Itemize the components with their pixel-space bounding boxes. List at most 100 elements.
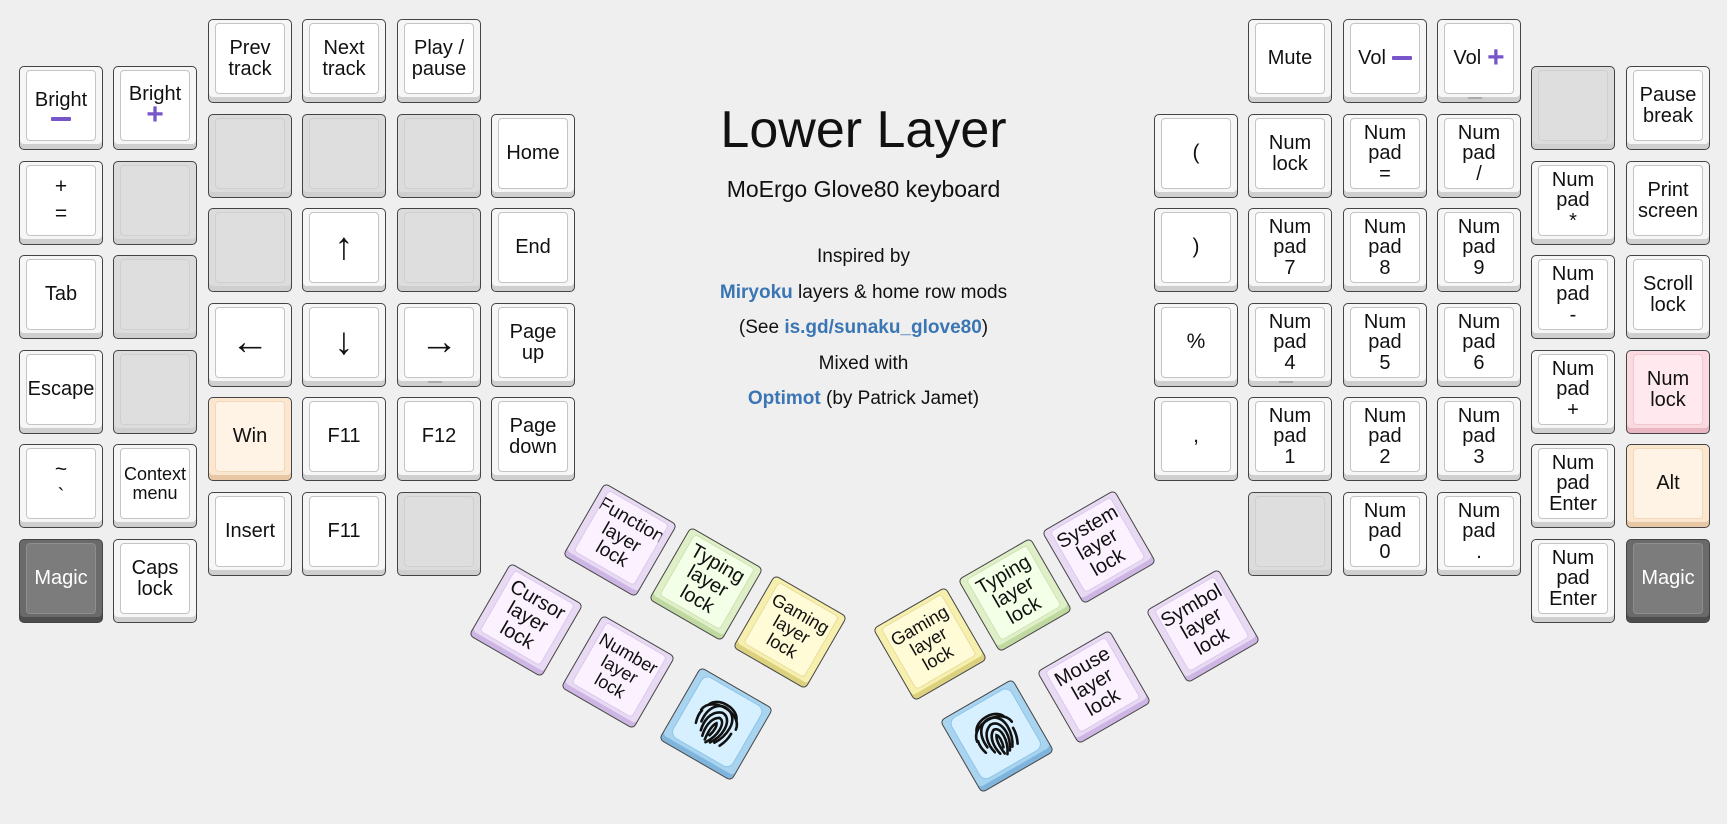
keycap-face: ( [1161,118,1231,189]
key-mute[interactable]: Mute [1248,19,1332,103]
key-print-screen[interactable]: Print screen [1626,161,1710,245]
key-numpad-4[interactable]: Num pad 4 [1248,303,1332,387]
key-blank[interactable] [1248,492,1332,576]
key-plus-equal[interactable]: + = [19,161,103,245]
key-prev-track[interactable]: Prev track [208,19,292,103]
key-numpad-equal[interactable]: Num pad = [1343,114,1427,198]
key-end[interactable]: End [491,208,575,292]
key-mouse-layer-lock[interactable]: Mouse layer lock [1036,629,1152,745]
fingerprint-icon [954,691,1038,777]
key-f11-bottom[interactable]: F11 [302,492,386,576]
key-blank[interactable] [113,161,197,245]
key-fingerprint-right[interactable] [939,678,1055,794]
keycap-face: System layer lock [1049,496,1146,594]
key-numpad-0[interactable]: Num pad 0 [1343,492,1427,576]
key-blank[interactable] [397,114,481,198]
key-numpad-1[interactable]: Num pad 1 [1248,397,1332,481]
key-bright-plus[interactable]: Bright + [113,66,197,150]
key-paren-close[interactable]: ) [1154,208,1238,292]
key-page-down[interactable]: Page down [491,397,575,481]
key-number-layer-lock[interactable]: Number layer lock [560,614,676,730]
key-blank[interactable] [397,208,481,292]
key-comma[interactable]: , [1154,397,1238,481]
key-numpad-star[interactable]: Num pad * [1531,161,1615,245]
key-fingerprint-left[interactable] [658,666,774,782]
key-label: Symbol layer lock [1157,580,1246,667]
key-blank[interactable] [1531,66,1615,150]
key-arrow-up[interactable]: ↑ [302,208,386,292]
key-arrow-left[interactable]: ← [208,303,292,387]
key-blank[interactable] [208,208,292,292]
keycap-face: Pause break [1633,70,1703,141]
key-cursor-layer-lock[interactable]: Cursor layer lock [468,562,584,678]
key-label-line: down [509,435,557,458]
key-blank[interactable] [208,114,292,198]
key-scroll-lock[interactable]: Scroll lock [1626,255,1710,339]
key-numpad-minus[interactable]: Num pad - [1531,255,1615,339]
key-numpad-9[interactable]: Num pad 9 [1437,208,1521,292]
key-label: Num pad / [1458,123,1500,185]
key-tilde-backtick[interactable]: ~ ` [19,444,103,528]
key-num-lock[interactable]: Num lock [1248,114,1332,198]
key-numpad-plus[interactable]: Num pad + [1531,350,1615,434]
keycap-face: Page down [498,401,568,472]
key-escape[interactable]: Escape [19,350,103,434]
key-label: ↓ [335,323,354,362]
key-label: Scroll lock [1643,274,1693,315]
miryoku-link[interactable]: Miryoku [720,282,793,303]
key-context-menu[interactable]: Context menu [113,444,197,528]
key-numpad-6[interactable]: Num pad 6 [1437,303,1521,387]
key-label: Bright + [129,84,181,129]
key-home[interactable]: Home [491,114,575,198]
key-f12[interactable]: F12 [397,397,481,481]
key-label: % [1187,329,1206,355]
key-bright-minus[interactable]: Bright [19,66,103,150]
key-numpad-3[interactable]: Num pad 3 [1437,397,1521,481]
key-vol-plus[interactable]: Vol + [1437,19,1521,103]
key-win[interactable]: Win [208,397,292,481]
key-numpad-enter[interactable]: Num pad Enter [1531,444,1615,528]
keycap-face: Num pad 1 [1255,401,1325,472]
key-next-track[interactable]: Next track [302,19,386,103]
key-arrow-right[interactable]: → [397,303,481,387]
key-label: Num pad. [1458,501,1500,563]
credit-optimot: Optimot (by Patrick Jamet) [600,381,1127,417]
key-insert[interactable]: Insert [208,492,292,576]
key-label: Num pad 1 [1269,406,1311,468]
key-f11[interactable]: F11 [302,397,386,481]
glove80-link[interactable]: is.gd/sunaku_glove80 [784,317,981,338]
key-paren-open[interactable]: ( [1154,114,1238,198]
key-blank[interactable] [113,255,197,339]
key-blank[interactable] [113,350,197,434]
key-play-pause[interactable]: Play / pause [397,19,481,103]
keycap-face [120,165,190,236]
keycap-face: ~ ` [26,448,96,519]
key-numpad-8[interactable]: Num pad 8 [1343,208,1427,292]
key-percent[interactable]: % [1154,303,1238,387]
key-alt[interactable]: Alt [1626,444,1710,528]
credit-see: (See is.gd/sunaku_glove80) [600,310,1127,346]
key-numpad-enter-bottom[interactable]: Num pad Enter [1531,539,1615,623]
key-symbol-layer-lock[interactable]: Symbol layer lock [1145,568,1261,684]
key-num-lock-right[interactable]: Num lock [1626,350,1710,434]
key-blank[interactable] [397,492,481,576]
key-numpad-7[interactable]: Num pad 7 [1248,208,1332,292]
key-pause-break[interactable]: Pause break [1626,66,1710,150]
key-caps-lock[interactable]: Caps lock [113,539,197,623]
key-numpad-5[interactable]: Num pad 5 [1343,303,1427,387]
key-label-line: pad [1273,236,1307,259]
key-magic-right[interactable]: Magic [1626,539,1710,623]
home-row-marker [428,381,442,383]
key-numpad-2[interactable]: Num pad 2 [1343,397,1427,481]
key-blank[interactable] [302,114,386,198]
key-label-line: Escape [27,378,95,401]
key-numpad-slash[interactable]: Num pad / [1437,114,1521,198]
key-page-up[interactable]: Page up [491,303,575,387]
key-tab[interactable]: Tab [19,255,103,339]
optimot-link[interactable]: Optimot [748,388,821,409]
key-gaming-layer-lock-right[interactable]: Gaming layer lock [872,586,988,702]
key-vol-minus[interactable]: Vol [1343,19,1427,103]
key-magic-left[interactable]: Magic [19,539,103,623]
key-arrow-down[interactable]: ↓ [302,303,386,387]
key-numpad-dot[interactable]: Num pad. [1437,492,1521,576]
